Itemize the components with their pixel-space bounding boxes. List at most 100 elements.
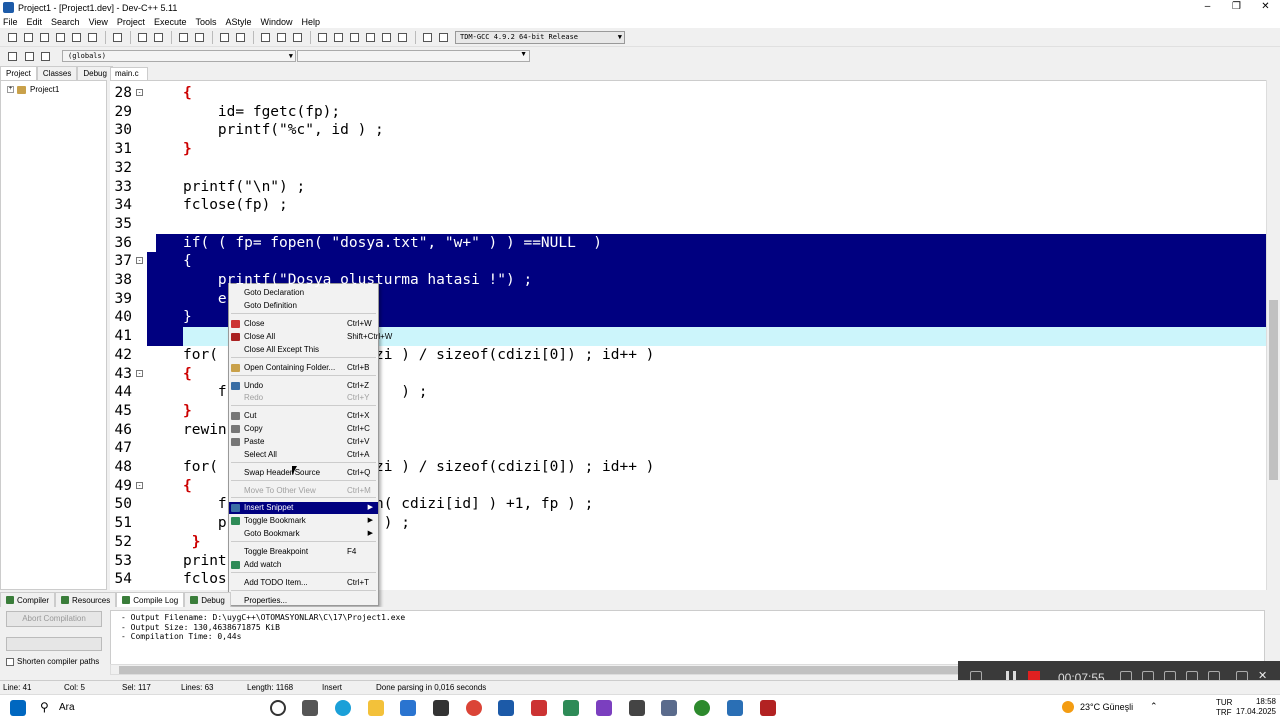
context-menu-item-paste[interactable]: Paste Ctrl+V: [229, 436, 378, 448]
menu-help[interactable]: Help: [302, 17, 321, 27]
run-icon[interactable]: [331, 31, 346, 44]
goto-icon[interactable]: [258, 31, 273, 44]
menu-execute[interactable]: Execute: [154, 17, 187, 27]
menu-file[interactable]: File: [3, 17, 18, 27]
tab-main-c[interactable]: main.c: [110, 67, 148, 80]
clock[interactable]: 18:58 17.04.2025: [1236, 697, 1276, 717]
windows-start-icon[interactable]: [10, 700, 26, 716]
context-menu-item-close[interactable]: Close Ctrl+W: [229, 318, 378, 330]
fold-toggle-icon[interactable]: -: [136, 257, 143, 265]
context-menu-item-cut[interactable]: Cut Ctrl+X: [229, 410, 378, 422]
new-file-icon[interactable]: [5, 31, 20, 44]
restore-button[interactable]: ❐: [1222, 0, 1251, 15]
tab-classes[interactable]: Classes: [36, 66, 78, 80]
context-menu-item-add-watch[interactable]: Add watch: [229, 559, 378, 571]
close-file-icon[interactable]: [69, 31, 84, 44]
close-all-icon[interactable]: [85, 31, 100, 44]
menu-view[interactable]: View: [89, 17, 108, 27]
code-line[interactable]: 33 printf("\n") ;: [110, 178, 1266, 197]
tab-debug[interactable]: Debug: [77, 66, 113, 80]
find-icon[interactable]: [176, 31, 191, 44]
expand-icon[interactable]: +: [7, 86, 14, 93]
save-icon[interactable]: [37, 31, 52, 44]
tab-compiler[interactable]: Compiler: [0, 592, 56, 607]
close-button[interactable]: ✕: [1251, 0, 1280, 15]
toggle-icon[interactable]: [22, 50, 37, 63]
code-line[interactable]: 30 printf("%c", id ) ;: [110, 121, 1266, 140]
tree-item-project[interactable]: + Project1: [7, 85, 59, 94]
fold-toggle-icon[interactable]: -: [136, 481, 143, 489]
shorten-paths-checkbox[interactable]: Shorten compiler paths: [6, 657, 99, 666]
stop-execution-icon[interactable]: [395, 31, 410, 44]
fold-toggle-icon[interactable]: -: [136, 89, 143, 96]
edge-icon[interactable]: [335, 700, 351, 716]
menu-search[interactable]: Search: [51, 17, 80, 27]
file-explorer-icon[interactable]: [368, 700, 384, 716]
code-line[interactable]: 34 fclose(fp) ;: [110, 196, 1266, 215]
context-menu-item-close-all-except-this[interactable]: Close All Except This: [229, 344, 378, 356]
code-line[interactable]: 29 id= fgetc(fp);: [110, 103, 1266, 122]
chrome-icon[interactable]: [466, 700, 482, 716]
tool-icon[interactable]: [563, 700, 579, 716]
open-file-icon[interactable]: [21, 31, 36, 44]
context-menu-item-add-todo-item[interactable]: Add TODO Item... Ctrl+T: [229, 577, 378, 589]
context-menu-item-open-containing-folder[interactable]: Open Containing Folder... Ctrl+B: [229, 362, 378, 374]
code-line[interactable]: 37- {: [110, 252, 1266, 271]
tab-debug-bottom[interactable]: Debug: [184, 592, 231, 607]
cortana-icon[interactable]: [270, 700, 286, 716]
scope-select[interactable]: (globals) ▼: [62, 50, 296, 62]
compile-run-icon[interactable]: [347, 31, 362, 44]
app-hs-icon[interactable]: [694, 700, 710, 716]
document-icon[interactable]: [661, 700, 677, 716]
menu-window[interactable]: Window: [261, 17, 293, 27]
print-icon[interactable]: [110, 31, 125, 44]
chart-icon[interactable]: [420, 31, 435, 44]
indent-icon[interactable]: [217, 31, 232, 44]
code-line[interactable]: 31}: [110, 140, 1266, 159]
vscode-icon[interactable]: [727, 700, 743, 716]
code-line[interactable]: 28- {: [110, 84, 1266, 103]
bookmark-icon[interactable]: [290, 31, 305, 44]
menu-project[interactable]: Project: [117, 17, 145, 27]
tab-compile-log[interactable]: Compile Log: [116, 592, 185, 607]
context-menu-item-toggle-breakpoint[interactable]: Toggle Breakpoint F4: [229, 546, 378, 558]
tab-project[interactable]: Project: [0, 66, 37, 80]
context-menu-item-undo[interactable]: Undo Ctrl+Z: [229, 380, 378, 392]
code-line[interactable]: 38 printf("Dosya olusturma hatasi !") ;: [110, 271, 1266, 290]
menu-astyle[interactable]: AStyle: [225, 17, 251, 27]
insert-icon[interactable]: [5, 50, 20, 63]
save-all-icon[interactable]: [53, 31, 68, 44]
mail-icon[interactable]: [433, 700, 449, 716]
minimize-button[interactable]: –: [1193, 0, 1222, 15]
store-icon[interactable]: [400, 700, 416, 716]
compile-icon[interactable]: [315, 31, 330, 44]
menu-edit[interactable]: Edit: [27, 17, 43, 27]
code-line[interactable]: 32: [110, 159, 1266, 178]
tab-resources[interactable]: Resources: [55, 592, 117, 607]
devcpp-icon[interactable]: [498, 700, 514, 716]
taskbar-search-label[interactable]: Ara: [59, 702, 75, 713]
visual-studio-icon[interactable]: [596, 700, 612, 716]
context-menu-item-insert-snippet[interactable]: Insert Snippet ▶: [229, 502, 378, 514]
goto-bookmark-icon[interactable]: [38, 50, 53, 63]
weather-text[interactable]: 23°C Güneşli: [1080, 702, 1133, 712]
context-menu-item-swap-header-source[interactable]: Swap Header/Source Ctrl+Q: [229, 467, 378, 479]
context-menu-item-select-all[interactable]: Select All Ctrl+A: [229, 449, 378, 461]
search-icon[interactable]: ⚲: [40, 700, 49, 714]
scrollbar-thumb[interactable]: [1269, 300, 1278, 480]
abort-compilation-button[interactable]: Abort Compilation: [6, 611, 102, 627]
context-menu-item-close-all[interactable]: Close All Shift+Ctrl+W: [229, 331, 392, 343]
task-view-icon[interactable]: [302, 700, 318, 716]
compiler-select[interactable]: TDM-GCC 4.9.2 64-bit Release ▼: [455, 31, 625, 44]
menu-tools[interactable]: Tools: [195, 17, 216, 27]
function-select[interactable]: ▼: [297, 50, 530, 62]
context-menu-item-goto-definition[interactable]: Goto Definition: [229, 300, 378, 312]
chevron-up-icon[interactable]: ⌃: [1150, 701, 1158, 712]
replace-icon[interactable]: [192, 31, 207, 44]
editor-vertical-scrollbar[interactable]: [1266, 80, 1280, 590]
debug-icon[interactable]: [436, 31, 451, 44]
language-indicator[interactable]: TUR TRF: [1216, 698, 1232, 718]
recorder-app-icon[interactable]: [531, 700, 547, 716]
goto-back-icon[interactable]: [274, 31, 289, 44]
rebuild-icon[interactable]: [363, 31, 378, 44]
